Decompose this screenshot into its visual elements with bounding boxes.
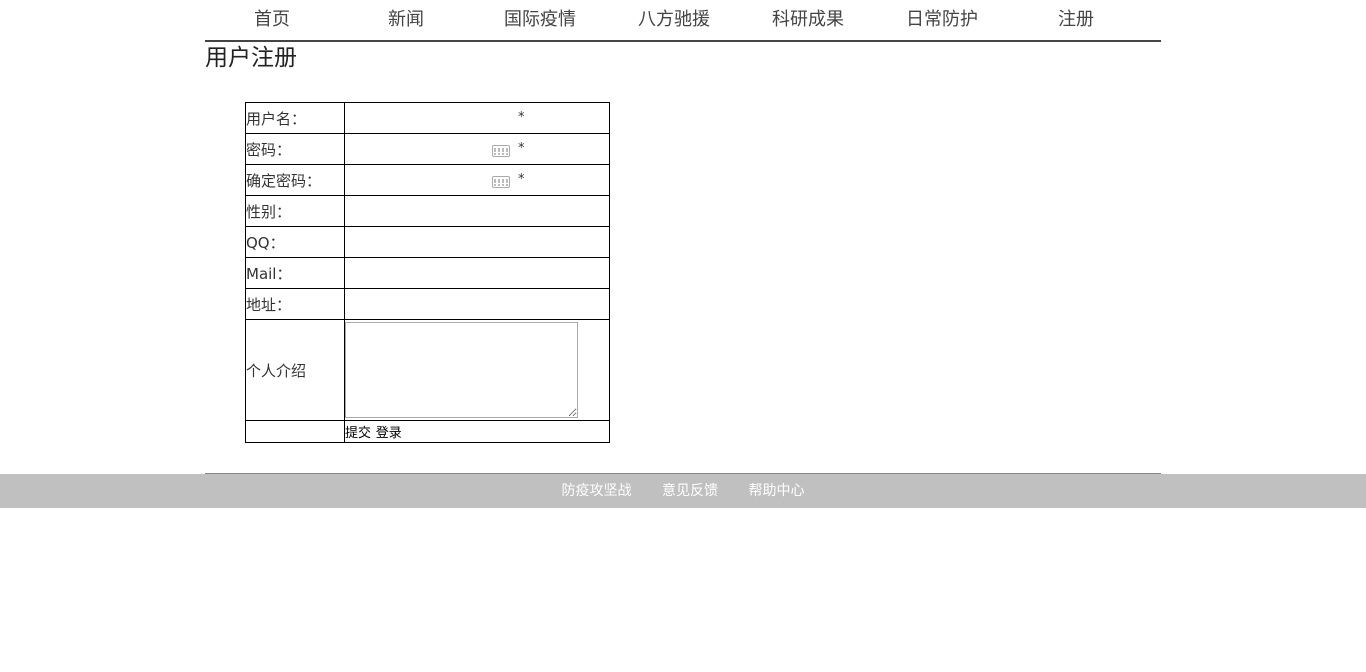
password-field[interactable]: * xyxy=(344,133,610,165)
login-button[interactable]: 登录 xyxy=(376,426,402,441)
password-label: 密码： xyxy=(245,133,345,165)
required-mark: * xyxy=(518,172,525,187)
nav-item-support[interactable]: 八方驰援 xyxy=(607,0,741,40)
form-row-address: 地址： xyxy=(245,288,610,320)
main-nav: 首页 新闻 国际疫情 八方驰援 科研成果 日常防护 注册 xyxy=(205,0,1161,42)
form-row-actions: 提交 登录 xyxy=(245,420,610,443)
gender-label: 性别： xyxy=(245,195,345,227)
nav-item-register[interactable]: 注册 xyxy=(1009,0,1143,40)
nav-item-protection[interactable]: 日常防护 xyxy=(875,0,1009,40)
required-mark: * xyxy=(518,110,525,125)
nav-item-international[interactable]: 国际疫情 xyxy=(473,0,607,40)
registration-form: 用户名： * 密码： * 确定密码： * 性别： QQ： Mail： 地址： 个… xyxy=(245,102,610,443)
form-row-mail: Mail： xyxy=(245,257,610,289)
page-title: 用户注册 xyxy=(205,45,297,71)
nav-item-home[interactable]: 首页 xyxy=(205,0,339,40)
username-label: 用户名： xyxy=(245,102,345,134)
address-field[interactable] xyxy=(344,288,610,320)
footer-link-help[interactable]: 帮助中心 xyxy=(748,483,804,499)
form-row-intro: 个人介绍 xyxy=(245,319,610,421)
form-row-gender: 性别： xyxy=(245,195,610,227)
intro-label: 个人介绍 xyxy=(245,319,345,421)
form-row-qq: QQ： xyxy=(245,226,610,258)
actions-cell: 提交 登录 xyxy=(344,420,610,443)
keyboard-icon[interactable] xyxy=(492,145,510,157)
qq-label: QQ： xyxy=(245,226,345,258)
confirm-password-label: 确定密码： xyxy=(245,164,345,196)
nav-item-news[interactable]: 新闻 xyxy=(339,0,473,40)
intro-textarea[interactable] xyxy=(345,322,578,418)
confirm-password-field[interactable]: * xyxy=(344,164,610,196)
form-row-confirm-password: 确定密码： * xyxy=(245,164,610,196)
gender-field[interactable] xyxy=(344,195,610,227)
form-row-password: 密码： * xyxy=(245,133,610,165)
qq-field[interactable] xyxy=(344,226,610,258)
nav-item-research[interactable]: 科研成果 xyxy=(741,0,875,40)
mail-label: Mail： xyxy=(245,257,345,289)
username-field[interactable]: * xyxy=(344,102,610,134)
intro-cell xyxy=(344,319,610,421)
footer: 防疫攻坚战 意见反馈 帮助中心 xyxy=(0,474,1366,508)
form-row-username: 用户名： * xyxy=(245,102,610,134)
required-mark: * xyxy=(518,141,525,156)
page-container: 首页 新闻 国际疫情 八方驰援 科研成果 日常防护 注册 用户注册 用户名： *… xyxy=(205,0,1161,443)
mail-field[interactable] xyxy=(344,257,610,289)
empty-cell xyxy=(245,420,345,443)
footer-link-feedback[interactable]: 意见反馈 xyxy=(662,483,718,499)
address-label: 地址： xyxy=(245,288,345,320)
submit-button[interactable]: 提交 xyxy=(345,426,371,441)
footer-link-campaign[interactable]: 防疫攻坚战 xyxy=(562,483,632,499)
keyboard-icon[interactable] xyxy=(492,176,510,188)
